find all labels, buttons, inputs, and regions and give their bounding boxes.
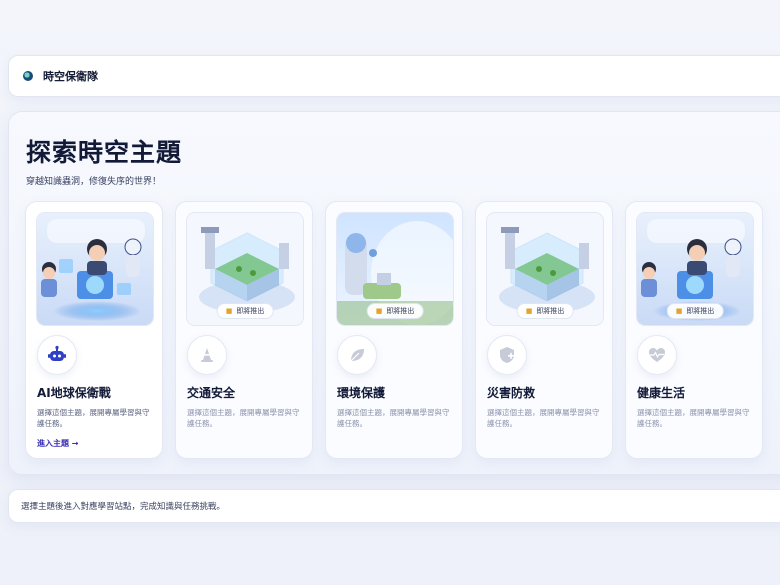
heart-pulse-icon — [637, 335, 677, 375]
theme-title: 災害防救 — [487, 386, 536, 400]
theme-card-list: AI地球保衛戰 選擇這個主題，展開專屬學習與守護任務。 進入主題 → ■ 即將推… — [25, 201, 763, 459]
traffic-cone-icon — [187, 335, 227, 375]
lock-icon: ■ — [375, 307, 383, 315]
shield-plus-icon — [487, 335, 527, 375]
lock-icon: ■ — [225, 307, 233, 315]
badge-label: 即將推出 — [536, 307, 565, 315]
coming-soon-badge: ■ 即將推出 — [516, 303, 574, 319]
theme-image-city-cube: ■ 即將推出 — [486, 212, 604, 326]
theme-description: 選擇這個主題，展開專屬學習與守護任務。 — [337, 408, 450, 428]
theme-image-students-robots — [36, 212, 154, 326]
theme-description: 選擇這個主題，展開專屬學習與守護任務。 — [637, 408, 750, 428]
top-bar: 時空保衛隊 — [8, 55, 780, 97]
robot-icon — [37, 335, 77, 375]
badge-label: 即將推出 — [686, 307, 715, 315]
theme-card-healthy-living: ■ 即將推出 健康生活 選擇這個主題，展開專屬學習與守護任務。 — [625, 201, 763, 459]
theme-title: 交通安全 — [187, 386, 236, 400]
leaf-icon — [337, 335, 377, 375]
theme-card-environment: ■ 即將推出 環境保護 選擇這個主題，展開專屬學習與守護任務。 — [325, 201, 463, 459]
badge-label: 即將推出 — [386, 307, 415, 315]
theme-description: 選擇這個主題，展開專屬學習與守護任務。 — [37, 408, 150, 428]
theme-image-earth-dome: ■ 即將推出 — [336, 212, 454, 326]
theme-title: 環境保護 — [337, 386, 386, 400]
brand-name[interactable]: 時空保衛隊 — [43, 68, 98, 84]
badge-label: 即將推出 — [236, 307, 265, 315]
lock-icon: ■ — [525, 307, 533, 315]
coming-soon-badge: ■ 即將推出 — [366, 303, 424, 319]
lock-icon: ■ — [675, 307, 683, 315]
theme-image-city-cube: ■ 即將推出 — [186, 212, 304, 326]
theme-card-traffic-safety: ■ 即將推出 交通安全 選擇這個主題，展開專屬學習與守護任務。 — [175, 201, 313, 459]
theme-card-ai-earth[interactable]: AI地球保衛戰 選擇這個主題，展開專屬學習與守護任務。 進入主題 → — [25, 201, 163, 459]
coming-soon-badge: ■ 即將推出 — [216, 303, 274, 319]
theme-card-disaster-prevention: ■ 即將推出 災害防救 選擇這個主題，展開專屬學習與守護任務。 — [475, 201, 613, 459]
theme-title: 健康生活 — [637, 386, 686, 400]
theme-title: AI地球保衛戰 — [37, 386, 111, 400]
page-subtitle: 穿越知識蟲洞，修復失序的世界！ — [26, 177, 162, 187]
theme-panel: 探索時空主題 穿越知識蟲洞，修復失序的世界！ AI地球保衛戰 選擇這個主題，展開… — [8, 111, 780, 475]
footer-hint: 選擇主題後進入對應學習站點，完成知識與任務挑戰。 — [8, 489, 780, 523]
theme-image-students-robots: ■ 即將推出 — [636, 212, 754, 326]
enter-theme-link[interactable]: 進入主題 → — [37, 438, 79, 449]
page-title: 探索時空主題 — [26, 138, 183, 167]
theme-description: 選擇這個主題，展開專屬學習與守護任務。 — [487, 408, 600, 428]
theme-description: 選擇這個主題，展開專屬學習與守護任務。 — [187, 408, 300, 428]
coming-soon-badge: ■ 即將推出 — [666, 303, 724, 319]
shield-globe-icon — [23, 71, 33, 81]
